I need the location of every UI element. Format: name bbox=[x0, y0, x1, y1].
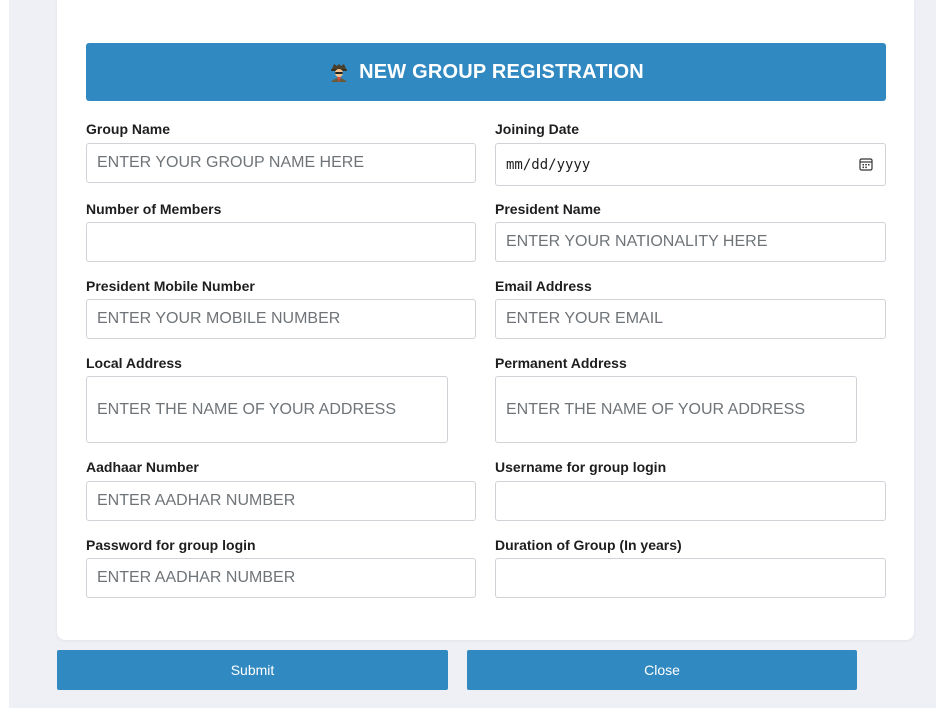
joining-date-placeholder: mm/dd/yyyy bbox=[506, 156, 591, 173]
duration-label: Duration of Group (In years) bbox=[495, 537, 682, 553]
president-name-label: President Name bbox=[495, 201, 601, 217]
password-input[interactable]: ENTER AADHAR NUMBER bbox=[86, 558, 476, 598]
group-name-label: Group Name bbox=[86, 121, 171, 137]
local-address-label: Local Address bbox=[86, 355, 182, 371]
local-address-placeholder: ENTER THE NAME OF YOUR ADDRESS bbox=[97, 400, 397, 418]
permanent-address-label: Permanent Address bbox=[495, 355, 627, 371]
form-header: NEW GROUP REGISTRATION bbox=[86, 43, 886, 101]
local-address-textarea[interactable]: ENTER THE NAME OF YOUR ADDRESS bbox=[86, 376, 448, 443]
email-label: Email Address bbox=[495, 278, 592, 294]
username-label: Username for group login bbox=[495, 459, 667, 475]
aadhaar-number-label: Aadhaar Number bbox=[86, 459, 199, 475]
email-placeholder: ENTER YOUR EMAIL bbox=[506, 310, 664, 327]
form-title: NEW GROUP REGISTRATION bbox=[359, 60, 644, 83]
number-of-members-label: Number of Members bbox=[86, 201, 222, 217]
permanent-address-placeholder: ENTER THE NAME OF YOUR ADDRESS bbox=[506, 400, 806, 418]
joining-date-label: Joining Date bbox=[495, 121, 580, 137]
joining-date-input[interactable]: mm/dd/yyyy bbox=[495, 143, 886, 186]
president-mobile-input[interactable]: ENTER YOUR MOBILE NUMBER bbox=[86, 299, 476, 339]
number-of-members-input[interactable] bbox=[86, 222, 476, 262]
president-name-placeholder: ENTER YOUR NATIONALITY HERE bbox=[506, 233, 768, 250]
group-name-placeholder: ENTER YOUR GROUP NAME HERE bbox=[97, 154, 365, 171]
incognito-person-icon bbox=[328, 61, 350, 83]
permanent-address-textarea[interactable]: ENTER THE NAME OF YOUR ADDRESS bbox=[495, 376, 857, 443]
aadhaar-number-placeholder: ENTER AADHAR NUMBER bbox=[97, 492, 296, 509]
duration-input[interactable] bbox=[495, 558, 886, 598]
password-placeholder: ENTER AADHAR NUMBER bbox=[97, 569, 296, 586]
password-label: Password for group login bbox=[86, 537, 256, 553]
president-mobile-label: President Mobile Number bbox=[86, 278, 255, 294]
email-input[interactable]: ENTER YOUR EMAIL bbox=[495, 299, 886, 339]
username-input[interactable] bbox=[495, 481, 886, 521]
president-name-input[interactable]: ENTER YOUR NATIONALITY HERE bbox=[495, 222, 886, 262]
group-name-input[interactable]: ENTER YOUR GROUP NAME HERE bbox=[86, 143, 476, 183]
aadhaar-number-input[interactable]: ENTER AADHAR NUMBER bbox=[86, 481, 476, 521]
submit-button[interactable]: Submit bbox=[57, 650, 448, 690]
president-mobile-placeholder: ENTER YOUR MOBILE NUMBER bbox=[97, 310, 341, 327]
calendar-icon[interactable] bbox=[859, 157, 873, 171]
close-button[interactable]: Close bbox=[467, 650, 857, 690]
